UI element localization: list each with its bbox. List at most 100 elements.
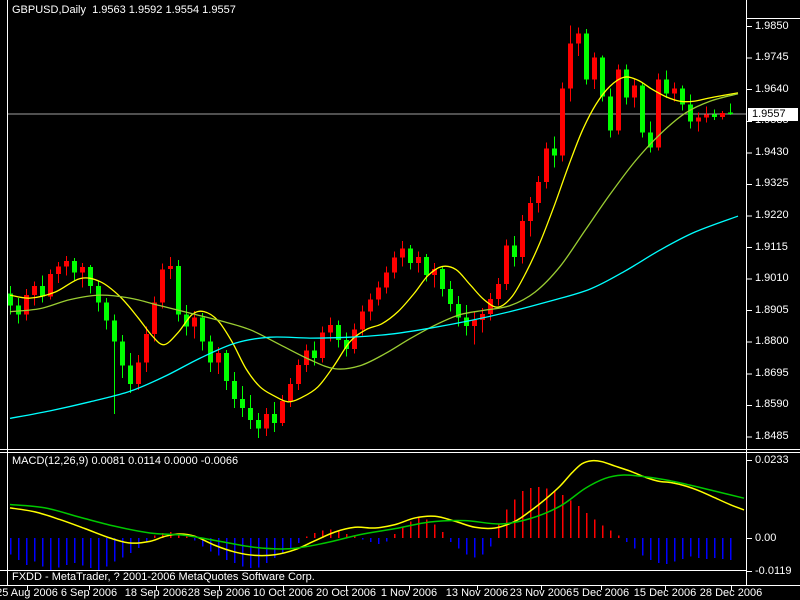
price-axis-label: 1.8800	[755, 335, 789, 348]
candle	[232, 371, 237, 408]
candle	[624, 64, 629, 105]
macd-indicator-label: MACD(12,26,9) 0.0081 0.0114 0.0000 -0.00…	[12, 455, 239, 467]
date-axis-label: 5 Dec 2006	[572, 587, 630, 599]
macd-axis-label: -0.0119	[755, 564, 792, 577]
candle	[616, 64, 621, 135]
candle	[520, 214, 525, 264]
price-axis-label: 1.9850	[755, 19, 789, 32]
candle	[120, 335, 125, 378]
date-axis-label: 28 Dec 2006	[699, 587, 763, 599]
ma-fast	[9, 76, 739, 403]
candle	[272, 401, 277, 432]
candle	[248, 395, 253, 429]
price-axis-label: 1.9745	[755, 51, 789, 64]
candle	[512, 235, 517, 267]
ma-slow	[9, 215, 739, 419]
candle	[712, 109, 717, 120]
price-axis-label: 1.8485	[755, 429, 789, 442]
date-axis-label: 15 Dec 2006	[633, 587, 697, 599]
candle	[696, 112, 701, 132]
candle	[128, 353, 133, 393]
candle	[136, 355, 141, 390]
candle	[608, 88, 613, 138]
candle	[296, 359, 301, 390]
candle	[288, 377, 293, 408]
candle	[552, 136, 557, 168]
candle	[216, 347, 221, 375]
status-bar: FXDD - MetaTrader, ? 2001-2006 MetaQuote…	[12, 571, 315, 583]
candle	[8, 286, 13, 315]
candle	[176, 259, 181, 322]
candle	[664, 70, 669, 99]
candle	[680, 85, 685, 111]
candle	[448, 280, 453, 312]
candle	[48, 269, 53, 300]
candle	[592, 52, 597, 90]
current-price-tag: 1.9557	[748, 107, 798, 121]
date-axis-label: 13 Nov 2006	[445, 587, 509, 599]
candle	[160, 263, 165, 309]
candle	[728, 103, 733, 116]
candle	[368, 293, 373, 321]
candle	[416, 251, 421, 273]
macd-axis[interactable]: 0.0233 0.00 -0.0119	[747, 452, 800, 585]
candle	[320, 326, 325, 363]
candle	[640, 82, 645, 138]
candle	[632, 79, 637, 108]
macd-axis-label: 0.0233	[755, 453, 789, 466]
candle	[24, 289, 29, 321]
candle	[240, 386, 245, 417]
candle	[480, 308, 485, 333]
candle	[112, 314, 117, 414]
candle	[544, 142, 549, 189]
candle	[32, 281, 37, 306]
price-axis-label: 1.9115	[755, 240, 788, 253]
candle	[200, 313, 205, 351]
price-axis-label: 1.8695	[755, 366, 789, 379]
macd-plot	[9, 459, 745, 571]
date-axis-label: 20 Oct 2006	[316, 587, 376, 599]
candle	[648, 121, 653, 153]
price-axis-label: 1.9220	[755, 208, 789, 221]
ma-mid	[9, 93, 739, 370]
candle	[168, 256, 173, 280]
date-axis-label: 10 Oct 2006	[253, 587, 313, 599]
candle	[672, 82, 677, 102]
price-axis-label: 1.8590	[755, 398, 789, 411]
candle	[64, 256, 69, 276]
candle	[144, 326, 149, 372]
chart-title: GBPUSD,Daily 1.9563 1.9592 1.9554 1.9557	[12, 4, 236, 16]
candle	[496, 277, 501, 306]
candle	[80, 262, 85, 288]
date-axis-label: 1 Nov 2006	[380, 587, 438, 599]
price-axis-label: 1.9430	[755, 145, 789, 158]
candle	[440, 265, 445, 297]
candle	[432, 262, 437, 288]
macd-separator-top	[0, 449, 800, 450]
chart-canvas[interactable]	[0, 0, 800, 600]
date-axis-label: 18 Sep 2006	[124, 587, 188, 599]
candle	[656, 73, 661, 151]
price-axis-label: 1.9640	[755, 82, 789, 95]
candle	[400, 241, 405, 267]
macd-separator-bottom	[0, 452, 800, 453]
date-axis[interactable]: 25 Aug 2006 6 Sep 2006 18 Sep 2006 28 Sep 2…	[0, 586, 800, 600]
candle	[576, 27, 581, 57]
candle	[392, 251, 397, 279]
candle	[40, 275, 45, 303]
candle	[256, 413, 261, 438]
macd-signal-line	[9, 474, 745, 550]
candle	[104, 298, 109, 330]
candle	[224, 350, 229, 390]
candle	[472, 311, 477, 345]
date-axis-label: 6 Sep 2006	[60, 587, 118, 599]
price-chart-plot	[8, 25, 746, 438]
candle	[376, 281, 381, 306]
candle	[504, 239, 509, 291]
date-axis-label: 23 Nov 2006	[509, 587, 573, 599]
price-axis-label: 1.9010	[755, 272, 789, 285]
candle	[568, 25, 573, 102]
candle	[704, 106, 709, 123]
candle	[96, 281, 101, 312]
candle	[56, 262, 61, 284]
